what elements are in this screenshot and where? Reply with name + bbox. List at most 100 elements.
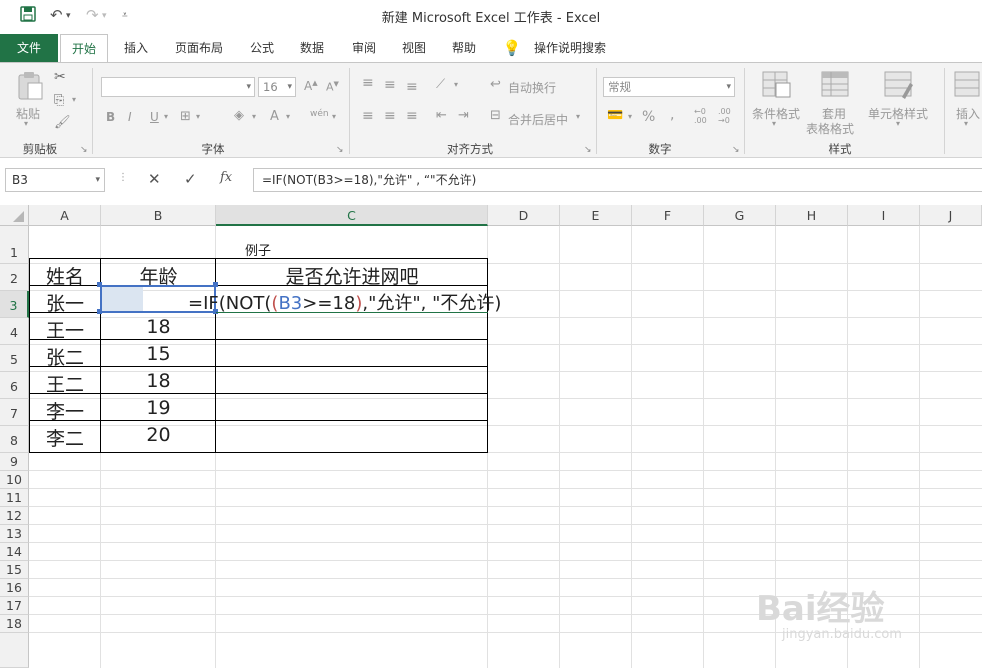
selection-handle[interactable]: [213, 282, 218, 287]
column-header-h[interactable]: H: [776, 205, 848, 226]
tab-data[interactable]: 数据: [294, 34, 330, 62]
fill-color-icon[interactable]: ◈: [234, 108, 244, 123]
row-header-5[interactable]: 5: [0, 345, 29, 372]
column-header-f[interactable]: F: [632, 205, 704, 226]
decrease-decimal-icon[interactable]: .00 →0: [718, 107, 731, 125]
align-center-icon[interactable]: ≡: [384, 108, 396, 124]
font-color-dropdown-icon[interactable]: ▾: [286, 112, 290, 121]
tell-me-search[interactable]: 操作说明搜索: [528, 34, 612, 62]
cell-styles-dropdown-icon[interactable]: ▾: [896, 119, 900, 128]
font-size-combo[interactable]: 16 ▾: [258, 77, 296, 97]
column-header-c[interactable]: C: [216, 205, 488, 226]
cell-c1[interactable]: 例子: [216, 240, 300, 259]
bold-button[interactable]: B: [106, 110, 115, 124]
align-bottom-icon[interactable]: ≡: [406, 79, 418, 95]
tab-file[interactable]: 文件: [0, 34, 58, 62]
font-launcher-icon[interactable]: ↘: [336, 145, 344, 155]
alignment-launcher-icon[interactable]: ↘: [584, 145, 592, 155]
underline-dropdown-icon[interactable]: ▾: [164, 112, 168, 121]
insert-cells-icon[interactable]: [954, 71, 980, 103]
wrap-text-label[interactable]: 自动换行: [508, 79, 556, 96]
format-as-table-label-2[interactable]: 表格格式: [806, 120, 854, 137]
italic-button[interactable]: I: [128, 110, 132, 124]
formula-input[interactable]: =IF(NOT(B3>=18),"允许" , “"不允许): [253, 168, 982, 192]
row-header-13[interactable]: 13: [0, 525, 29, 543]
cell-a3[interactable]: 张一: [29, 289, 101, 316]
tab-help[interactable]: 帮助: [446, 34, 482, 62]
row-header-6[interactable]: 6: [0, 372, 29, 399]
conditional-format-icon[interactable]: [762, 71, 792, 103]
row-header-12[interactable]: 12: [0, 507, 29, 525]
column-header-i[interactable]: I: [848, 205, 920, 226]
orientation-icon[interactable]: ⟋: [436, 77, 445, 92]
currency-dropdown-icon[interactable]: ▾: [628, 112, 632, 121]
select-all-corner[interactable]: [0, 205, 29, 226]
font-name-combo[interactable]: ▾: [101, 77, 255, 97]
column-header-d[interactable]: D: [488, 205, 560, 226]
cell-b5[interactable]: 15: [101, 343, 216, 365]
increase-decimal-icon[interactable]: ←0.00: [694, 107, 707, 125]
number-launcher-icon[interactable]: ↘: [732, 145, 740, 155]
row-header-11[interactable]: 11: [0, 489, 29, 507]
column-header-e[interactable]: E: [560, 205, 632, 226]
increase-indent-icon[interactable]: ⇥: [458, 108, 469, 123]
cell-styles-icon[interactable]: [884, 71, 914, 103]
copy-icon[interactable]: ⎘: [54, 93, 64, 108]
cell-a4[interactable]: 王一: [29, 316, 101, 343]
column-header-j[interactable]: J: [920, 205, 982, 226]
row-header-14[interactable]: 14: [0, 543, 29, 561]
insert-dropdown-icon[interactable]: ▾: [964, 119, 968, 128]
merge-center-label[interactable]: 合并后居中: [508, 111, 568, 128]
cell-c2[interactable]: 是否允许进网吧: [216, 262, 488, 289]
format-as-table-icon[interactable]: [821, 71, 851, 103]
increase-font-icon[interactable]: A▲: [304, 79, 318, 93]
column-header-g[interactable]: G: [704, 205, 776, 226]
clipboard-launcher-icon[interactable]: ↘: [80, 145, 88, 155]
cell-b4[interactable]: 18: [101, 316, 216, 338]
row-header-17[interactable]: 17: [0, 597, 29, 615]
selection-handle[interactable]: [97, 309, 102, 314]
phonetic-icon[interactable]: wén: [310, 109, 329, 119]
tab-formulas[interactable]: 公式: [244, 34, 280, 62]
row-header-9[interactable]: 9: [0, 453, 29, 471]
enter-icon[interactable]: ✓: [184, 170, 197, 188]
row-header-2[interactable]: 2: [0, 264, 29, 291]
row-header-10[interactable]: 10: [0, 471, 29, 489]
tab-page-layout[interactable]: 页面布局: [168, 34, 230, 62]
cut-icon[interactable]: ✂: [54, 69, 66, 85]
tab-insert[interactable]: 插入: [118, 34, 154, 62]
conditional-dropdown-icon[interactable]: ▾: [772, 119, 776, 128]
row-header-3[interactable]: 3: [0, 291, 29, 318]
column-header-b[interactable]: B: [101, 205, 216, 226]
row-header-15[interactable]: 15: [0, 561, 29, 579]
cell-a8[interactable]: 李二: [29, 424, 101, 451]
underline-button[interactable]: U: [150, 110, 159, 124]
more-options-icon[interactable]: ⋮: [118, 172, 128, 183]
tab-view[interactable]: 视图: [396, 34, 432, 62]
row-header-7[interactable]: 7: [0, 399, 29, 426]
currency-icon[interactable]: 💳: [607, 108, 623, 123]
merge-center-icon[interactable]: ⊟: [490, 108, 501, 123]
row-header-16[interactable]: 16: [0, 579, 29, 597]
row-header-18[interactable]: 18: [0, 615, 29, 633]
cell-a6[interactable]: 王二: [29, 370, 101, 397]
cell-a5[interactable]: 张二: [29, 343, 101, 370]
paste-dropdown-icon[interactable]: ▾: [24, 119, 28, 128]
insert-function-button[interactable]: fx: [220, 170, 232, 185]
align-top-icon[interactable]: ≡: [362, 75, 374, 91]
number-format-combo[interactable]: 常规 ▾: [603, 77, 735, 97]
row-header-1[interactable]: 1: [0, 226, 29, 264]
cell-a2[interactable]: 姓名: [29, 262, 101, 289]
copy-dropdown-icon[interactable]: ▾: [72, 95, 76, 104]
cell-b8[interactable]: 20: [101, 424, 216, 446]
border-dropdown-icon[interactable]: ▾: [196, 112, 200, 121]
paste-icon[interactable]: [16, 71, 44, 105]
fill-dropdown-icon[interactable]: ▾: [252, 112, 256, 121]
font-color-icon[interactable]: A: [270, 109, 279, 124]
cell-b7[interactable]: 19: [101, 397, 216, 419]
row-header-4[interactable]: 4: [0, 318, 29, 345]
wrap-text-icon[interactable]: ↩: [490, 77, 501, 92]
column-header-a[interactable]: A: [29, 205, 101, 226]
align-middle-icon[interactable]: ≡: [384, 77, 396, 93]
cell-a7[interactable]: 李一: [29, 397, 101, 424]
